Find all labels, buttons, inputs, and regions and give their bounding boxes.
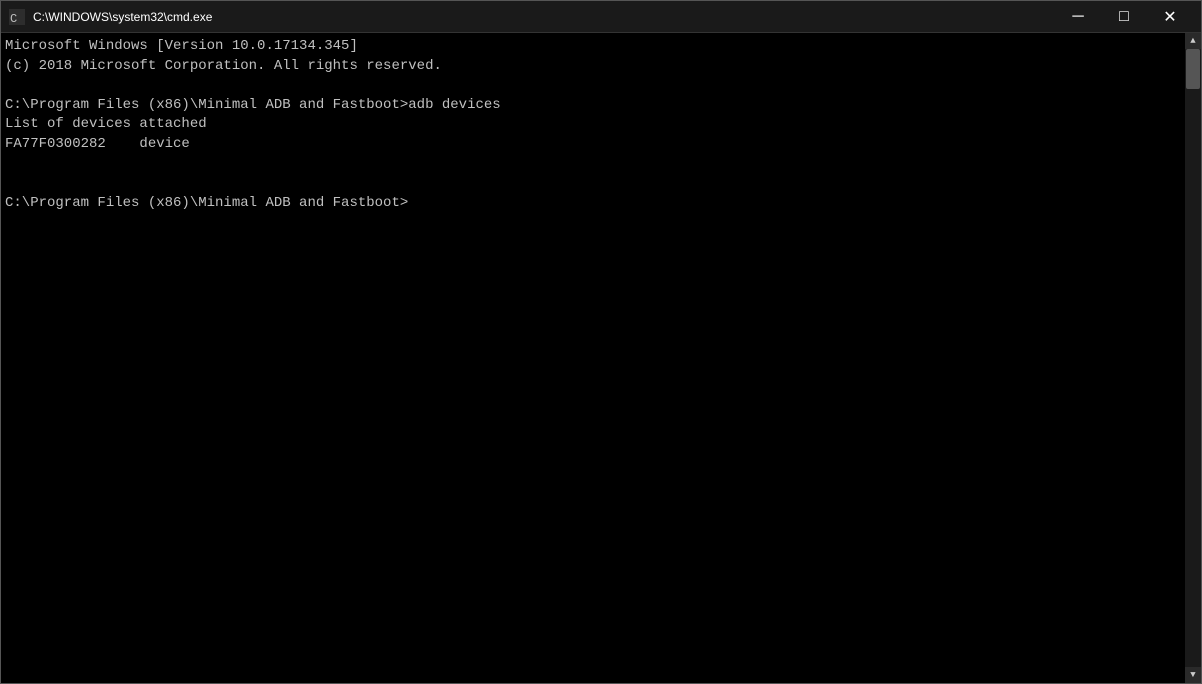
scroll-thumb[interactable]: [1186, 49, 1200, 89]
content-area: Microsoft Windows [Version 10.0.17134.34…: [1, 33, 1201, 683]
maximize-button[interactable]: □: [1101, 1, 1147, 33]
cmd-window: C C:\WINDOWS\system32\cmd.exe ─ □ ✕ Micr…: [0, 0, 1202, 684]
close-button[interactable]: ✕: [1147, 1, 1193, 33]
vertical-scrollbar[interactable]: ▲ ▼: [1185, 33, 1201, 683]
terminal-line: C:\Program Files (x86)\Minimal ADB and F…: [5, 194, 1181, 214]
terminal-line: FA77F0300282 device: [5, 135, 1181, 155]
terminal-line: [5, 76, 1181, 96]
scroll-down-arrow[interactable]: ▼: [1185, 667, 1201, 683]
terminal-line: [5, 174, 1181, 194]
terminal-line: List of devices attached: [5, 115, 1181, 135]
minimize-button[interactable]: ─: [1055, 1, 1101, 33]
terminal-line: [5, 155, 1181, 175]
window-controls: ─ □ ✕: [1055, 1, 1193, 33]
terminal-output[interactable]: Microsoft Windows [Version 10.0.17134.34…: [1, 33, 1185, 683]
window-title: C:\WINDOWS\system32\cmd.exe: [33, 10, 1055, 24]
svg-text:C: C: [10, 12, 17, 25]
terminal-line: Microsoft Windows [Version 10.0.17134.34…: [5, 37, 1181, 57]
cmd-icon: C: [9, 9, 25, 25]
terminal-line: (c) 2018 Microsoft Corporation. All righ…: [5, 57, 1181, 77]
title-bar: C C:\WINDOWS\system32\cmd.exe ─ □ ✕: [1, 1, 1201, 33]
terminal-line: C:\Program Files (x86)\Minimal ADB and F…: [5, 96, 1181, 116]
scroll-up-arrow[interactable]: ▲: [1185, 33, 1201, 49]
scroll-track[interactable]: [1185, 49, 1201, 667]
